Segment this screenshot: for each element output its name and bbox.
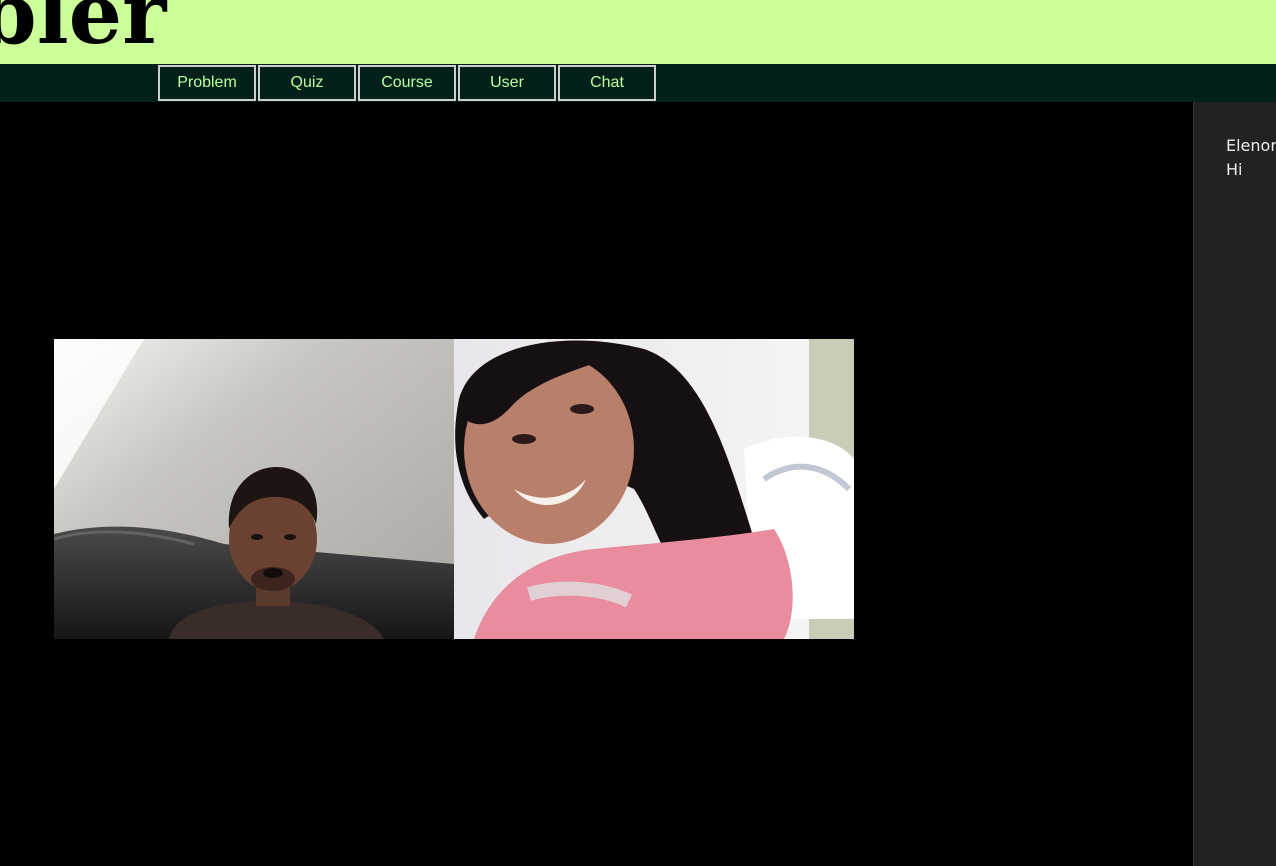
chat-message: Elenor Hi bbox=[1226, 134, 1276, 182]
nav-quiz-button[interactable]: Quiz bbox=[258, 65, 356, 101]
participant-2-video[interactable] bbox=[454, 339, 854, 639]
nav-chat-button[interactable]: Chat bbox=[558, 65, 656, 101]
nav-user-button[interactable]: User bbox=[458, 65, 556, 101]
nav-course-button[interactable]: Course bbox=[358, 65, 456, 101]
chat-panel: Elenor Hi bbox=[1193, 102, 1276, 866]
chat-message-sender: Elenor bbox=[1226, 136, 1276, 155]
site-logo[interactable]: bler bbox=[0, 0, 166, 56]
participant-1-video[interactable] bbox=[54, 339, 454, 639]
video-call-area bbox=[0, 102, 1193, 866]
participant-1-video-frame bbox=[54, 339, 454, 639]
nav-bar: Problem Quiz Course User Chat bbox=[0, 64, 1276, 102]
chat-message-text: Hi bbox=[1226, 160, 1243, 179]
header-banner: bler bbox=[0, 0, 1276, 64]
participant-2-video-frame bbox=[454, 339, 854, 639]
nav-problem-button[interactable]: Problem bbox=[158, 65, 256, 101]
